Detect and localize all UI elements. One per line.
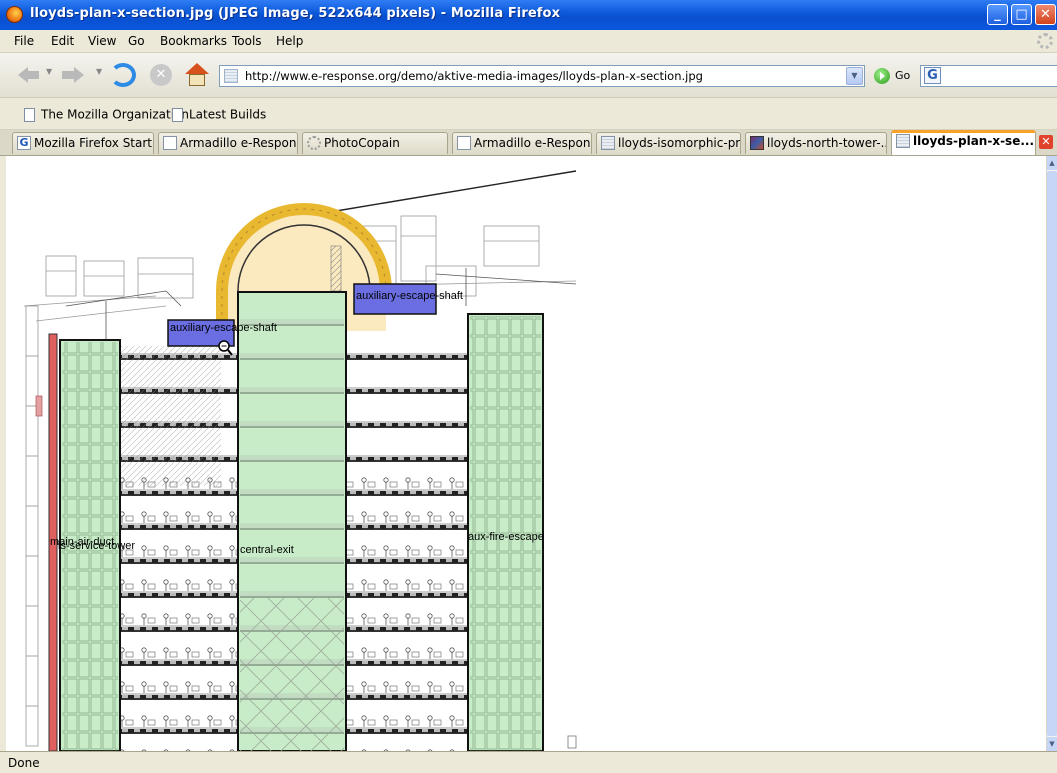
home-walls <box>189 74 205 86</box>
menu-bar: File Edit View Go Bookmarks Tools Help <box>0 30 1057 53</box>
tab-mozilla-firefox-start[interactable]: G Mozilla Firefox Start... <box>12 132 154 154</box>
google-search-icon[interactable]: G <box>924 67 941 84</box>
tab-label: Armadillo e-Response <box>474 136 592 150</box>
address-dropdown-icon[interactable]: ▼ <box>846 67 863 85</box>
address-url: http://www.e-response.org/demo/aktive-me… <box>245 69 703 83</box>
stop-icon[interactable]: ✕ <box>150 64 172 86</box>
tab-label: lloyds-north-tower-... <box>767 136 887 150</box>
menu-file[interactable]: File <box>14 34 34 48</box>
image-viewport: auxiliary-escape-shaft auxiliary-escape-… <box>6 156 1046 751</box>
vertical-scrollbar[interactable]: ▲ ▼ <box>1046 156 1057 751</box>
close-tab-icon[interactable]: ✕ <box>1039 135 1053 149</box>
home-icon[interactable] <box>185 63 209 87</box>
label-auxiliary-escape-shaft-left: auxiliary-escape-shaft <box>170 322 277 334</box>
tab-lloyds-plan-x-section[interactable]: lloyds-plan-x-se... <box>891 130 1036 155</box>
bookmark-label: Latest Builds <box>189 107 267 122</box>
page-icon <box>457 136 471 150</box>
tab-label: lloyds-plan-x-se... <box>913 134 1035 148</box>
back-arrow-icon <box>18 67 39 83</box>
bookmarks-toolbar: The Mozilla Organization Latest Builds <box>0 99 1057 130</box>
firefox-icon <box>6 6 23 23</box>
minimize-button[interactable]: _ <box>987 4 1008 25</box>
search-box[interactable]: G <box>920 65 1057 87</box>
image-icon <box>896 134 910 148</box>
status-text: Done <box>8 756 40 770</box>
menu-go[interactable]: Go <box>128 34 145 48</box>
page-icon <box>172 107 183 122</box>
photo-icon <box>307 136 321 150</box>
page-icon <box>163 136 177 150</box>
lloyds-thumb-icon <box>750 136 764 150</box>
tab-label: Armadillo e-Response <box>180 136 298 150</box>
tab-label: Mozilla Firefox Start... <box>34 136 154 150</box>
menu-view[interactable]: View <box>88 34 116 48</box>
go-icon[interactable] <box>874 68 890 84</box>
label-service-tower: is-service-tower <box>58 540 136 552</box>
back-button[interactable] <box>18 63 42 87</box>
page-icon <box>24 107 35 122</box>
navigation-toolbar: ▼ ▼ ✕ http://www.e-response.org/demo/akt… <box>0 53 1057 98</box>
tab-armadillo-e-response-2[interactable]: Armadillo e-Response <box>452 132 592 154</box>
forward-button[interactable] <box>62 63 86 87</box>
window-title: lloyds-plan-x-section.jpg (JPEG Image, 5… <box>30 6 561 21</box>
address-bar[interactable]: http://www.e-response.org/demo/aktive-me… <box>219 65 865 87</box>
lloyds-cross-section-image[interactable] <box>6 156 586 751</box>
image-icon <box>601 136 615 150</box>
home-roof <box>185 63 209 74</box>
menu-tools[interactable]: Tools <box>232 34 262 48</box>
tab-armadillo-e-response-1[interactable]: Armadillo e-Response <box>158 132 298 154</box>
label-central-exit: central-exit <box>240 544 294 556</box>
site-image-icon <box>224 69 238 83</box>
go-button-label[interactable]: Go <box>895 69 910 82</box>
tab-label: lloyds-isomorphic-pr... <box>618 136 741 150</box>
google-icon: G <box>17 136 31 150</box>
tab-bar: G Mozilla Firefox Start... Armadillo e-R… <box>0 130 1057 156</box>
bookmark-latest-builds[interactable]: Latest Builds <box>172 107 266 123</box>
menu-help[interactable]: Help <box>276 34 303 48</box>
label-auxiliary-escape-shaft-right: auxiliary-escape-shaft <box>356 290 463 302</box>
bookmark-label: The Mozilla Organization <box>41 107 190 122</box>
scroll-thumb[interactable] <box>1047 171 1057 736</box>
bookmark-mozilla-organization[interactable]: The Mozilla Organization <box>24 107 189 123</box>
tab-label: PhotoCopain <box>324 136 400 150</box>
forward-arrow-icon <box>62 67 84 83</box>
back-history-dropdown-icon[interactable]: ▼ <box>46 67 52 76</box>
close-window-button[interactable]: ✕ <box>1035 4 1056 25</box>
status-bar: Done <box>0 751 1057 773</box>
throbber-icon <box>1037 33 1053 49</box>
scroll-down-icon[interactable]: ▼ <box>1047 737 1057 751</box>
label-aux-fire-escape: aux-fire-escape <box>468 531 544 543</box>
reload-icon[interactable] <box>110 63 136 87</box>
maximize-button[interactable]: □ <box>1011 4 1032 25</box>
forward-history-dropdown-icon[interactable]: ▼ <box>96 67 102 76</box>
tab-photocopain[interactable]: PhotoCopain <box>302 132 448 154</box>
scroll-up-icon[interactable]: ▲ <box>1047 156 1057 170</box>
tab-lloyds-isomorphic[interactable]: lloyds-isomorphic-pr... <box>596 132 741 154</box>
menu-bookmarks[interactable]: Bookmarks <box>160 34 227 48</box>
menu-edit[interactable]: Edit <box>51 34 74 48</box>
tab-lloyds-north-tower[interactable]: lloyds-north-tower-... <box>745 132 887 154</box>
title-bar: lloyds-plan-x-section.jpg (JPEG Image, 5… <box>0 0 1057 30</box>
